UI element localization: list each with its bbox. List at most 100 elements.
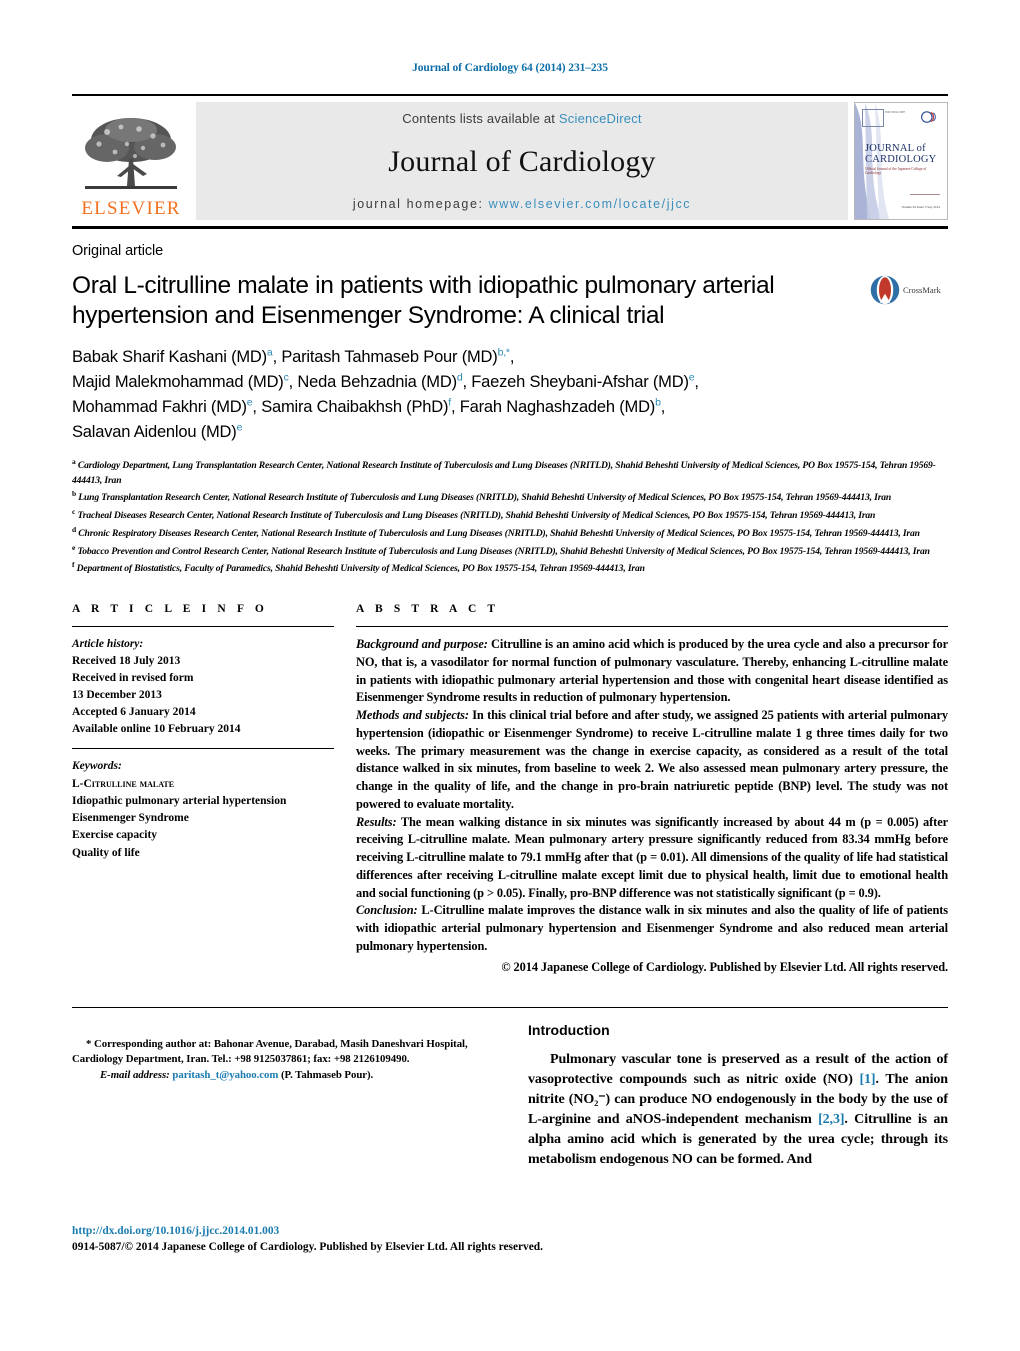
title-line-2: hypertension and Eisenmenger Syndrome: A… [72,301,665,329]
abstract-lead: Results: [356,814,397,829]
affiliation-mark: a [72,457,76,467]
author-item: Samira Chaibakhsh (PhD)f, [261,396,460,416]
paper-page: Journal of Cardiology 64 (2014) 231–235 [0,0,1020,1351]
keywords-heading: Keywords: [72,760,122,773]
history-item: 13 December 2013 [72,689,162,702]
article-info-column: A R T I C L E I N F O Article history: R… [72,603,334,977]
author-affil-mark[interactable]: e [237,421,243,433]
abstract-heading: A B S T R A C T [356,603,500,616]
author-name: Samira Chaibakhsh (PhD) [261,397,449,416]
author-list: Babak Sharif Kashani (MD)a, Paritash Tah… [72,345,948,445]
author-sep: , [462,372,472,391]
history-item: Available online 10 February 2014 [72,723,241,736]
corr-line-2: Cardiology Department, Iran. Tel.: +98 9… [72,1053,410,1066]
cover-title-line2: CARDIOLOGY [865,154,937,165]
cover-title-line1: JOURNAL of [865,143,926,154]
affiliation-text: Cardiology Department, Lung Transplantat… [72,460,936,486]
abstract-paragraph: Methods and subjects: In this clinical t… [356,707,948,813]
affiliation-text: Department of Biostatistics, Faculty of … [76,563,645,575]
introduction-heading: Introduction [528,1022,610,1039]
affiliation-list: a Cardiology Department, Lung Transplant… [72,456,948,577]
affiliation-item: b Lung Transplantation Research Center, … [72,488,948,506]
author-item: Farah Naghashzadeh (MD)b, [459,396,666,416]
affiliation-text: Tobacco Prevention and Control Research … [77,545,930,557]
affiliation-text: Chronic Respiratory Diseases Research Ce… [78,528,920,540]
author-affil-mark[interactable]: b,* [498,346,510,358]
keyword-item: Quality of life [72,846,140,859]
keyword-item: Exercise capacity [72,829,158,842]
abstract-lead: Background and purpose: [356,637,488,652]
affiliation-mark: c [72,507,76,517]
author-sep: , [252,397,262,416]
author-sep: , [660,397,666,416]
article-history-heading: Article history: [72,638,144,651]
abstract-text: L-Citrulline malate improves the distanc… [356,903,948,953]
body-left-column: * Corresponding author at: Bahonar Avenu… [72,1008,502,1169]
citation-ref-1[interactable]: [1] [859,1072,875,1087]
cover-society-logo-icon [921,111,936,123]
page-title: Oral L-citrulline malate in patients wit… [72,271,862,331]
homepage-prefix: journal homepage: [352,197,489,211]
abstract-paragraph: Background and purpose: Citrulline is an… [356,636,948,707]
masthead-center-band: Contents lists available at ScienceDirec… [196,102,848,220]
homepage-url-link[interactable]: www.elsevier.com/locate/jjcc [489,197,692,211]
elsevier-wordmark: ELSEVIER [81,198,181,219]
citation-ref-2[interactable]: [2,3] [818,1112,844,1127]
crossmark-badge[interactable]: CrossMark [870,275,948,305]
email-owner: (P. Tahmaseb Pour). [280,1068,374,1081]
contents-prefix: Contents lists available at [402,111,559,126]
author-name: Babak Sharif Kashani (MD) [72,347,267,366]
sciencedirect-link[interactable]: ScienceDirect [559,111,642,126]
body-right-column: Introduction Pulmonary vascular tone is … [528,1008,948,1169]
abstract-text: In this clinical trial before and after … [356,708,948,811]
abstract-column: A B S T R A C T Background and purpose: … [356,603,948,977]
introduction-paragraph: Pulmonary vascular tone is preserved as … [528,1050,948,1169]
author-name: Salavan Aidenlou (MD) [72,422,237,441]
author-name: Majid Malekmohammad (MD) [72,372,284,391]
affiliation-item: c Tracheal Diseases Research Center, Nat… [72,506,948,524]
title-row: Oral L-citrulline malate in patients wit… [72,271,948,331]
affiliation-item: a Cardiology Department, Lung Transplant… [72,456,948,488]
running-head: Journal of Cardiology 64 (2014) 231–235 [412,62,608,74]
author-name: Paritash Tahmaseb Pour (MD) [281,347,498,366]
email-link[interactable]: paritash_t@yahoo.com [172,1069,278,1081]
keyword-item: Eisenmenger Syndrome [72,812,189,825]
journal-cover-thumbnail[interactable]: ISSN 0914-5087 JOURNAL of CARDIOLOGY Off… [854,102,948,220]
abstract-paragraph: Conclusion: L-Citrulline malate improves… [356,902,948,955]
author-name: Farah Naghashzadeh (MD) [459,397,656,416]
affiliation-item: d Chronic Respiratory Diseases Research … [72,524,948,542]
cover-title-block: JOURNAL of CARDIOLOGY Official Journal o… [865,143,941,175]
history-item: Received 18 July 2013 [72,655,181,668]
cover-divider [910,194,940,195]
author-item: Faezeh Sheybani-Afshar (MD)e, [471,371,699,391]
abstract-rule [356,626,948,628]
crossmark-label: CrossMark [903,285,941,295]
journal-masthead: ELSEVIER Contents lists available at Sci… [72,94,948,220]
affiliation-mark: f [72,560,75,570]
author-item: Majid Malekmohammad (MD)c, [72,371,297,391]
affiliation-mark: d [72,524,77,534]
affiliation-mark: e [72,542,76,552]
corr-line-1: * Corresponding author at: Bahonar Avenu… [86,1037,468,1050]
crossmark-icon [870,275,900,305]
affiliation-item: e Tobacco Prevention and Control Researc… [72,542,948,560]
email-label: E-mail address: [100,1068,170,1081]
article-history-block: Article history: Received 18 July 2013 R… [72,636,334,738]
article-type-label: Original article [72,243,164,259]
title-line-1: Oral L-citrulline malate in patients wit… [72,272,775,299]
history-item: Received in revised form [72,672,194,685]
body-columns: * Corresponding author at: Bahonar Avenu… [72,1007,948,1169]
elsevier-logo: ELSEVIER [72,102,190,220]
affiliation-text: Tracheal Diseases Research Center, Natio… [77,510,876,522]
affiliation-item: f Department of Biostatistics, Faculty o… [72,559,948,577]
abstract-lead: Conclusion: [356,903,418,918]
keywords-block: Keywords: L-Citrulline malate Idiopathic… [72,748,334,862]
article-info-heading: A R T I C L E I N F O [72,603,268,616]
affiliation-text: Lung Transplantation Research Center, Na… [78,492,892,504]
affiliation-mark: b [72,489,77,499]
author-sep: , [694,372,699,391]
cover-publisher-mark [862,109,884,127]
author-item: Mohammad Fakhri (MD)e, [72,396,262,416]
doi-link[interactable]: http://dx.doi.org/10.1016/j.jjcc.2014.01… [72,1223,632,1239]
cover-subtitle: Official Journal of the Japanese College… [865,167,927,175]
